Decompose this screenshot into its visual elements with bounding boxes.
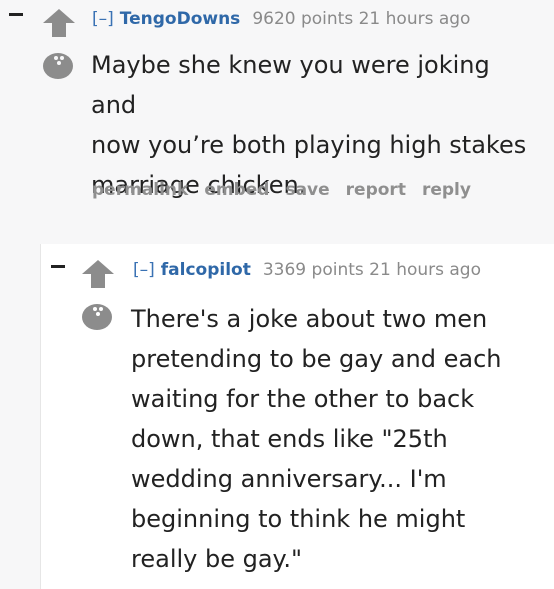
author-link[interactable]: TengoDowns [120,9,241,29]
permalink-button[interactable]: permalink [92,180,188,200]
comment-tagline: [–] falcopilot 3369 points 21 hours ago [133,260,481,280]
score: 9620 points [252,9,354,29]
up-arrow-icon[interactable] [81,259,115,289]
bowling-ball-icon[interactable] [42,52,76,80]
embed-button[interactable]: embed [204,180,269,200]
minus-icon[interactable] [9,13,23,16]
minus-icon[interactable] [51,265,65,268]
comment-actions: permalink embed save report reply [92,180,487,200]
vote-column [42,8,76,80]
author-link[interactable]: falcopilot [161,260,251,280]
reply-button[interactable]: reply [422,180,471,200]
save-button[interactable]: save [285,180,329,200]
score: 3369 points [262,260,364,280]
timestamp: 21 hours ago [369,260,482,280]
timestamp: 21 hours ago [358,9,471,29]
up-arrow-icon[interactable] [42,8,76,38]
collapse-toggle[interactable]: [–] [92,9,114,29]
bowling-ball-icon[interactable] [81,303,115,331]
report-button[interactable]: report [346,180,406,200]
vote-column [81,259,115,331]
comment-thread: [–] TengoDowns 9620 points 21 hours ago Ma… [0,0,554,589]
comment-tagline: [–] TengoDowns 9620 points 21 hours ago [92,9,470,29]
comment-body: There's a joke about two men pretending … [131,305,502,573]
comment-falcopilot: [–] falcopilot 3369 points 21 hours ago Th… [40,244,554,589]
collapse-toggle[interactable]: [–] [133,260,155,280]
